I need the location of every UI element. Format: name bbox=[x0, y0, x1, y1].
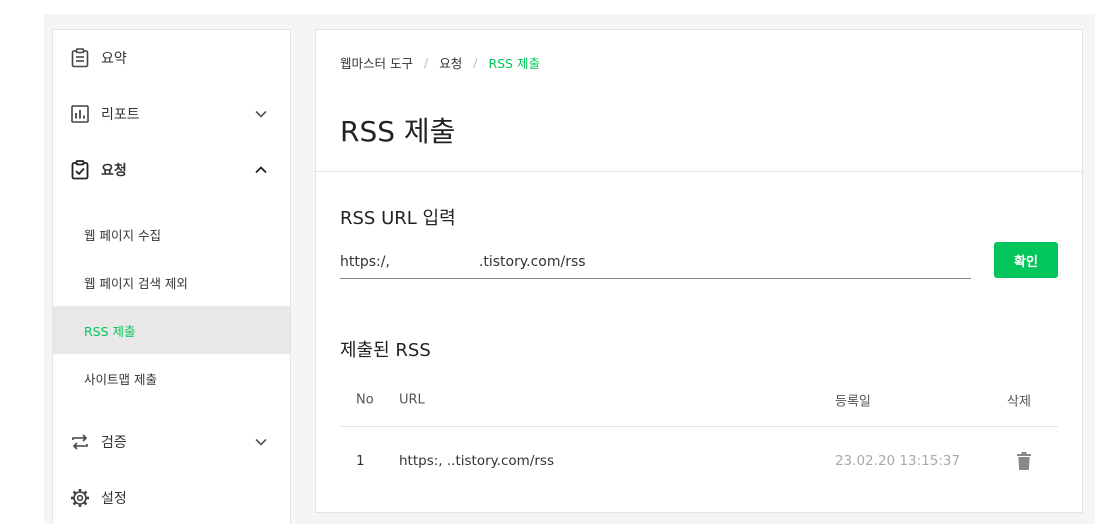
breadcrumb-item-current: RSS 제출 bbox=[488, 56, 540, 71]
row-date: 23.02.20 13:15:37 bbox=[835, 452, 961, 469]
sidebar-subitem-web-page-crawl[interactable]: 웹 페이지 수집 bbox=[53, 210, 290, 258]
column-header-delete: 삭제 bbox=[1007, 394, 1031, 410]
sidebar-item-label: 요청 bbox=[101, 163, 127, 179]
sidebar-subitem-rss-submit[interactable]: RSS 제출 bbox=[53, 306, 290, 354]
sidebar: 요약 리포트 요청 웹 페이지 수집 웹 페이지 검색 제외 RSS 제출 사이… bbox=[52, 29, 291, 524]
rss-url-input[interactable] bbox=[340, 245, 971, 279]
sidebar-item-summary[interactable]: 요약 bbox=[53, 30, 290, 86]
column-header-url: URL bbox=[399, 392, 425, 408]
column-header-date: 등록일 bbox=[835, 394, 871, 410]
main-panel: 웹마스터 도구 / 요청 / RSS 제출 RSS 제출 RSS URL 입력 … bbox=[315, 29, 1083, 513]
chevron-down-icon bbox=[255, 438, 267, 446]
sidebar-subitem-sitemap-submit[interactable]: 사이트맵 제출 bbox=[53, 354, 290, 402]
clipboard-icon bbox=[70, 48, 90, 68]
breadcrumb-separator: / bbox=[473, 55, 478, 70]
table-header: No URL 등록일 삭제 bbox=[340, 374, 1058, 427]
page-title: RSS 제출 bbox=[340, 115, 456, 148]
header-divider bbox=[316, 171, 1082, 172]
chevron-down-icon bbox=[255, 110, 267, 118]
row-no: 1 bbox=[356, 452, 365, 469]
sidebar-item-label: 리포트 bbox=[101, 107, 140, 123]
chevron-up-icon bbox=[255, 166, 267, 174]
submitted-rss-table: No URL 등록일 삭제 1 https:, ..tistory.com/rs… bbox=[340, 374, 1058, 494]
sidebar-item-label: 검증 bbox=[101, 435, 127, 451]
rss-input-title: RSS URL 입력 bbox=[340, 208, 456, 229]
sidebar-item-request[interactable]: 요청 bbox=[53, 142, 290, 198]
trash-icon[interactable] bbox=[1017, 451, 1031, 470]
confirm-button[interactable]: 확인 bbox=[994, 242, 1058, 278]
breadcrumb-item-webmaster[interactable]: 웹마스터 도구 bbox=[340, 53, 413, 72]
sidebar-item-settings[interactable]: 설정 bbox=[53, 470, 290, 524]
sidebar-item-label: 요약 bbox=[101, 51, 127, 67]
breadcrumb: 웹마스터 도구 / 요청 / RSS 제출 bbox=[340, 53, 540, 72]
gear-icon bbox=[70, 488, 90, 508]
breadcrumb-item-request[interactable]: 요청 bbox=[439, 53, 462, 72]
sidebar-item-label: 설정 bbox=[101, 491, 127, 507]
repeat-icon bbox=[70, 432, 90, 452]
sidebar-item-report[interactable]: 리포트 bbox=[53, 86, 290, 142]
column-header-no: No bbox=[356, 392, 374, 408]
row-url: https:, ..tistory.com/rss bbox=[399, 452, 554, 469]
bar-chart-icon bbox=[70, 104, 90, 124]
sidebar-item-verify[interactable]: 검증 bbox=[53, 414, 290, 470]
sidebar-subitem-web-page-exclude[interactable]: 웹 페이지 검색 제외 bbox=[53, 258, 290, 306]
breadcrumb-separator: / bbox=[423, 55, 429, 70]
submitted-rss-title: 제출된 RSS bbox=[340, 340, 431, 361]
table-row: 1 https:, ..tistory.com/rss 23.02.20 13:… bbox=[340, 427, 1058, 494]
clipboard-check-icon bbox=[70, 160, 90, 180]
